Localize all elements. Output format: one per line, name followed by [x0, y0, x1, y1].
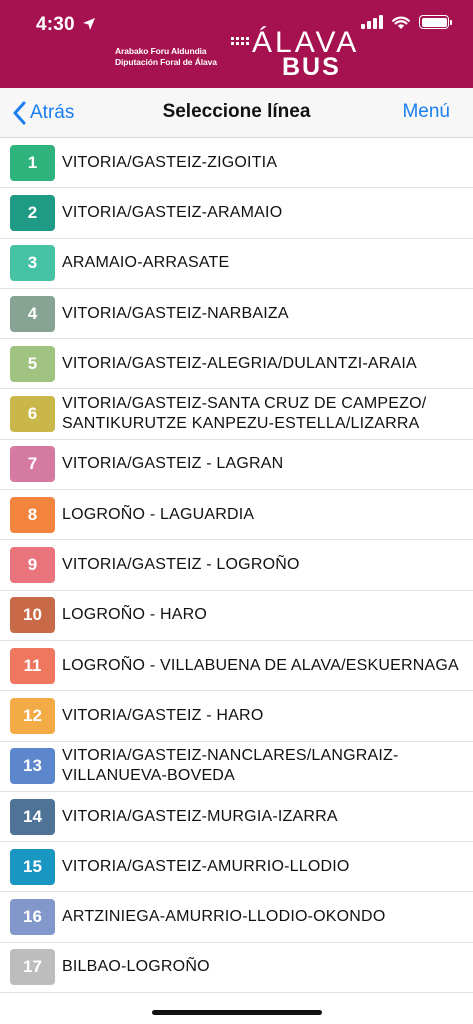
line-row-3[interactable]: 3 ARAMAIO-ARRASATE [0, 239, 473, 289]
line-name: VITORIA/GASTEIZ-NANCLARES/LANGRAIZ-VILLA… [62, 747, 399, 785]
line-row-10[interactable]: 10 LOGROÑO - HARO [0, 591, 473, 641]
line-row-1[interactable]: 1 VITORIA/GASTEIZ-ZIGOITIA [0, 138, 473, 189]
status-time: 4:30 [36, 14, 75, 35]
line-row-5[interactable]: 5 VITORIA/GASTEIZ-ALEGRIA/DULANTZI-ARAIA [0, 339, 473, 390]
line-row-4[interactable]: 4 VITORIA/GASTEIZ-NARBAIZA [0, 289, 473, 340]
line-name: VITORIA/GASTEIZ-NARBAIZA [62, 304, 289, 322]
line-number-badge: 11 [10, 647, 55, 684]
line-row-12[interactable]: 12 VITORIA/GASTEIZ - HARO [0, 691, 473, 742]
logo-dots-icon [231, 37, 249, 45]
line-number-badge: 4 [10, 295, 55, 332]
logo-institution-text: Arabako Foru Aldundia Diputación Foral d… [115, 46, 217, 68]
line-row-15[interactable]: 15 VITORIA/GASTEIZ-AMURRIO-LLODIO [0, 842, 473, 893]
app-header: 4:30 Arabako Foru Aldundia Diputación Fo… [0, 0, 473, 88]
line-row-13[interactable]: 13 VITORIA/GASTEIZ-NANCLARES/LANGRAIZ-VIL… [0, 742, 473, 792]
line-name: LOGROÑO - LAGUARDIA [62, 505, 255, 523]
bus-line-list: 1 VITORIA/GASTEIZ-ZIGOITIA 2 VITORIA/GASTEI… [0, 138, 473, 994]
line-name: ARTZINIEGA-AMURRIO-LLODIO-OKONDO [62, 908, 386, 926]
line-name: VITORIA/GASTEIZ-ARAMAIO [62, 203, 283, 221]
chevron-left-icon [13, 101, 26, 125]
navigation-bar: Atrás Seleccione línea Menú [0, 88, 473, 138]
line-row-14[interactable]: 14 VITORIA/GASTEIZ-MURGIA-IZARRA [0, 792, 473, 843]
battery-icon [419, 15, 452, 29]
line-name: VITORIA/GASTEIZ - LAGRAN [62, 455, 284, 473]
line-row-16[interactable]: 16 ARTZINIEGA-AMURRIO-LLODIO-OKONDO [0, 892, 473, 943]
line-name: LOGROÑO - VILLABUENA DE ALAVA/ESKUERNAGA [62, 656, 459, 674]
line-name: VITORIA/GASTEIZ-MURGIA-IZARRA [62, 807, 338, 825]
line-name: ARAMAIO-ARRASATE [62, 254, 230, 272]
back-button-label: Atrás [30, 102, 75, 123]
cellular-signal-icon [361, 15, 383, 29]
line-row-7[interactable]: 7 VITORIA/GASTEIZ - LAGRAN [0, 440, 473, 491]
line-name: VITORIA/GASTEIZ-AMURRIO-LLODIO [62, 857, 350, 875]
line-name: VITORIA/GASTEIZ-ZIGOITIA [62, 153, 278, 171]
line-number-badge: 3 [10, 245, 55, 282]
wifi-icon [392, 16, 410, 29]
line-number-badge: 14 [10, 798, 55, 835]
screen: 4:30 Arabako Foru Aldundia Diputación Fo… [0, 0, 473, 1024]
line-number-badge: 5 [10, 345, 55, 382]
menu-button[interactable]: Menú [402, 101, 450, 123]
line-row-6[interactable]: 6 VITORIA/GASTEIZ-SANTA CRUZ DE CAMPEZO/ … [0, 389, 473, 440]
line-number-badge: 15 [10, 848, 55, 885]
line-number-badge: 7 [10, 446, 55, 483]
line-name: LOGROÑO - HARO [62, 606, 208, 624]
line-row-17[interactable]: 17 BILBAO-LOGROÑO [0, 943, 473, 994]
line-name: VITORIA/GASTEIZ-SANTA CRUZ DE CAMPEZO/ S… [62, 395, 427, 433]
line-number-badge: 6 [10, 396, 55, 433]
logo-bus-word: BUS [282, 53, 341, 81]
line-number-badge: 12 [10, 697, 55, 734]
line-number-badge: 2 [10, 194, 55, 231]
logo-line-basque: Arabako Foru Aldundia [115, 46, 207, 56]
line-row-8[interactable]: 8 LOGROÑO - LAGUARDIA [0, 490, 473, 541]
line-number-badge: 8 [10, 496, 55, 533]
home-indicator [152, 1010, 322, 1015]
line-number-badge: 16 [10, 899, 55, 936]
line-row-2[interactable]: 2 VITORIA/GASTEIZ-ARAMAIO [0, 188, 473, 239]
logo-line-spanish: Diputación Foral de Álava [115, 57, 217, 67]
line-name: VITORIA/GASTEIZ - HARO [62, 706, 264, 724]
line-number-badge: 13 [10, 748, 55, 785]
status-indicators [361, 14, 452, 30]
line-number-badge: 9 [10, 547, 55, 584]
line-number-badge: 17 [10, 949, 55, 986]
back-button[interactable]: Atrás [12, 98, 74, 128]
line-number-badge: 1 [10, 144, 55, 181]
line-name: VITORIA/GASTEIZ - LOGROÑO [62, 556, 300, 574]
line-name: VITORIA/GASTEIZ-ALEGRIA/DULANTZI-ARAIA [62, 354, 417, 372]
line-row-9[interactable]: 9 VITORIA/GASTEIZ - LOGROÑO [0, 540, 473, 591]
location-arrow-icon [83, 18, 95, 30]
line-name: BILBAO-LOGROÑO [62, 958, 210, 976]
line-number-badge: 10 [10, 597, 55, 634]
line-row-11[interactable]: 11 LOGROÑO - VILLABUENA DE ALAVA/ESKUERNA… [0, 641, 473, 692]
